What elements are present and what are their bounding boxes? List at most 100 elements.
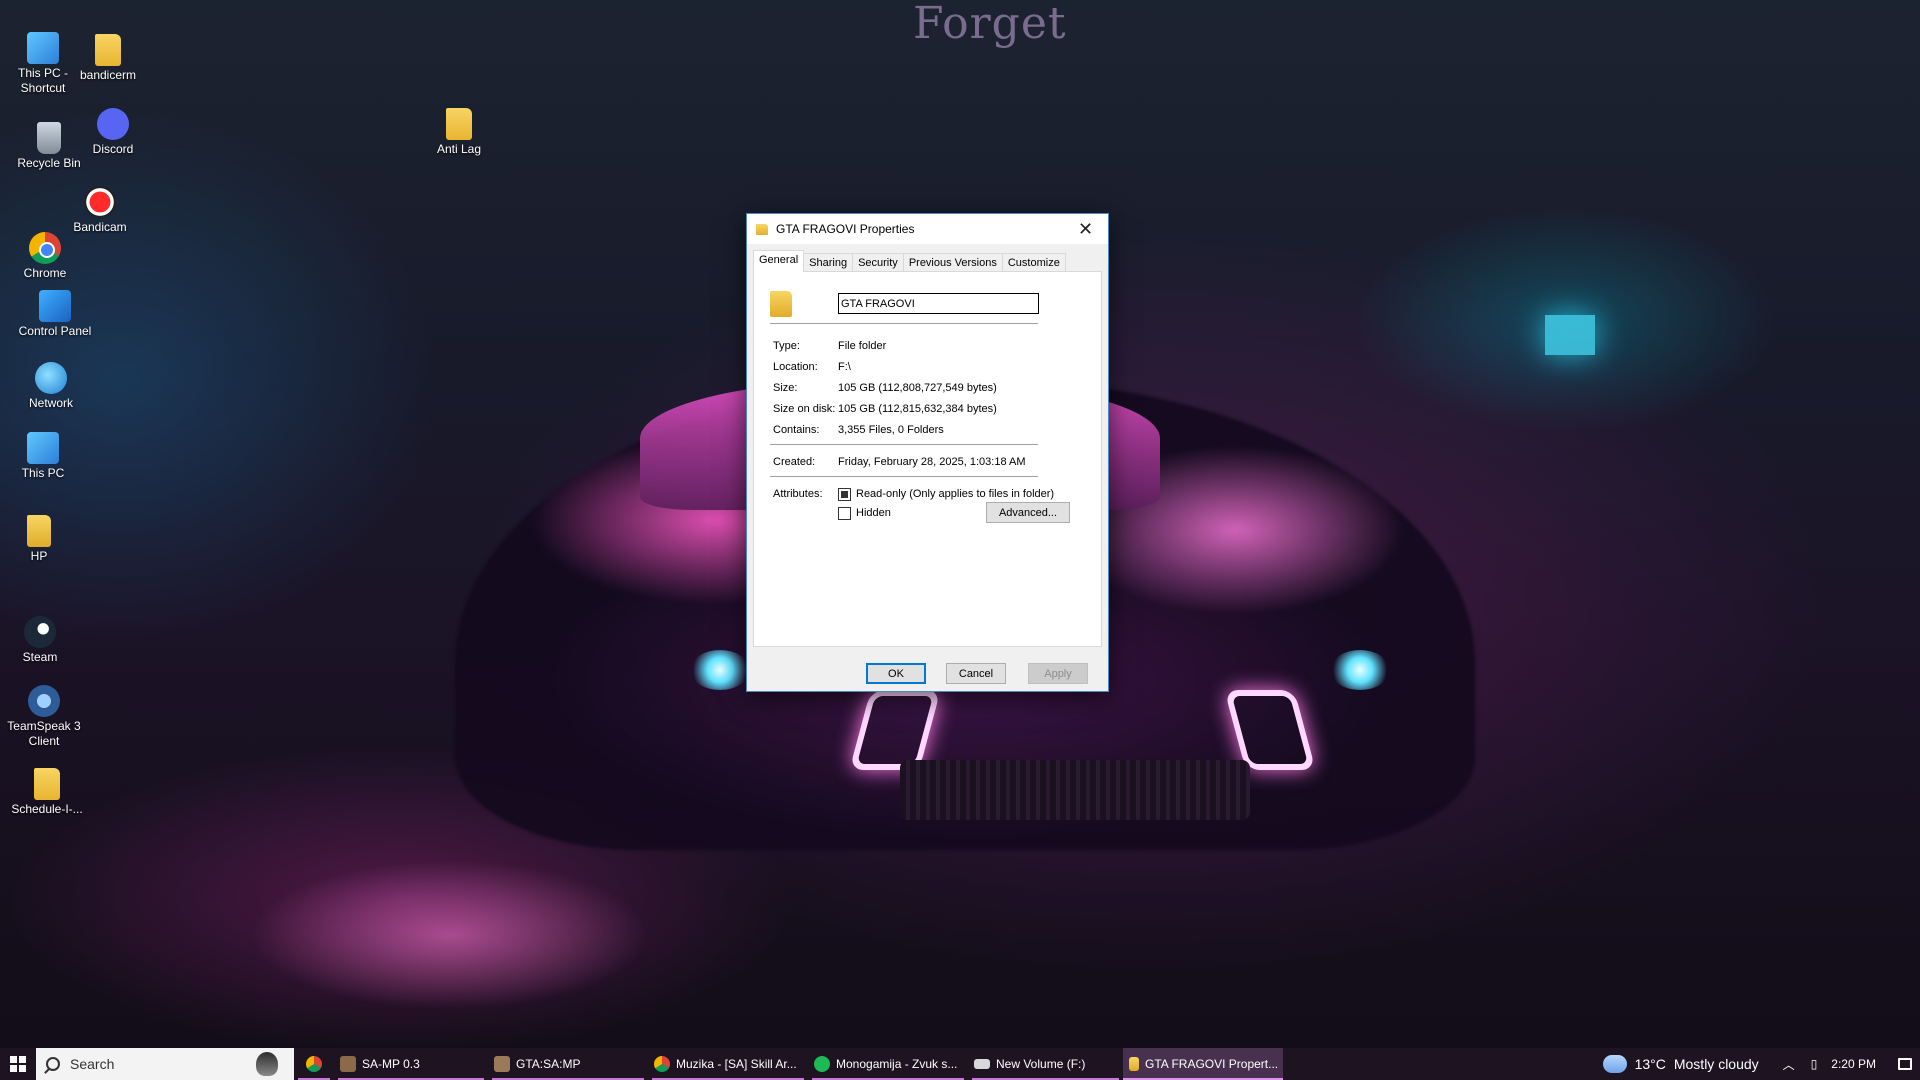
desktop-icon-label: TeamSpeak 3 Client: [7, 719, 81, 748]
ok-button[interactable]: OK: [866, 663, 926, 684]
folder-name-input[interactable]: [838, 293, 1039, 314]
attributes-label: Attributes:: [773, 488, 823, 500]
this-pc-shortcut-icon: [27, 32, 59, 64]
desktop-icon-this-pc[interactable]: This PC: [0, 432, 86, 481]
notification-center-button[interactable]: [1890, 1048, 1920, 1080]
taskbar-app-gta-samp[interactable]: GTA:SA:MP: [488, 1048, 648, 1080]
desktop-icon-anti-lag[interactable]: Anti Lag: [416, 108, 502, 157]
search-icon: [46, 1057, 60, 1071]
cloudy-weather-icon: [1598, 1049, 1627, 1073]
wallpaper-road-reflection: [250, 860, 650, 1010]
desktop-icon-label: This PC: [21, 466, 65, 480]
taskbar-app-chrome[interactable]: [294, 1048, 334, 1080]
properties-dialog: GTA FRAGOVI Properties ✕ General Sharing…: [746, 213, 1109, 692]
gta-icon: [494, 1056, 510, 1072]
network-icon: [35, 362, 67, 394]
tab-previous-versions[interactable]: Previous Versions: [902, 253, 1003, 272]
tab-security[interactable]: Security: [852, 253, 904, 272]
tab-general[interactable]: General: [753, 250, 805, 272]
taskbar-app-file-explorer[interactable]: New Volume (F:): [968, 1048, 1123, 1080]
created-label: Created:: [773, 456, 816, 468]
search-highlight-icon: [256, 1052, 278, 1076]
desktop-icon-control-panel[interactable]: Control Panel: [12, 290, 98, 339]
taskbar: Search SA-MP 0.3 GTA:SA:MP Muzika - [SA]…: [0, 1048, 1920, 1080]
size-on-disk-label: Size on disk:: [773, 403, 836, 415]
spotify-icon: [814, 1056, 830, 1072]
steam-icon: [24, 616, 56, 648]
taskbar-app-properties[interactable]: GTA FRAGOVI Propert...: [1123, 1048, 1283, 1080]
clock[interactable]: 2:20 PM: [1831, 1057, 1876, 1071]
folder-icon: [756, 223, 768, 235]
readonly-label: Read-only (Only applies to files in fold…: [856, 488, 1055, 500]
tab-customize[interactable]: Customize: [1001, 253, 1066, 272]
desktop-icon-chrome[interactable]: Chrome: [2, 232, 88, 281]
general-tab-panel: Type: File folder Location: F:\ Size: 10…: [753, 271, 1102, 647]
taskbar-app-label: GTA:SA:MP: [516, 1057, 581, 1071]
chevron-up-icon[interactable]: ︿: [1783, 1056, 1795, 1073]
wallpaper-car-grille: [900, 760, 1250, 820]
samp-icon: [340, 1056, 356, 1072]
desktop-icon-label: Recycle Bin: [17, 156, 81, 170]
taskbar-app-label: New Volume (F:): [996, 1057, 1086, 1071]
size-label: Size:: [773, 382, 798, 394]
dialog-title-bar[interactable]: GTA FRAGOVI Properties ✕: [747, 214, 1108, 244]
location-value: F:\: [838, 361, 851, 373]
desktop-icon-label: Schedule-I-...: [11, 802, 83, 816]
weather-temp: 13°C: [1634, 1056, 1666, 1072]
dialog-tabs: General Sharing Security Previous Versio…: [753, 250, 1066, 272]
desktop-icon-hp[interactable]: HP: [0, 515, 82, 564]
taskbar-app-samp[interactable]: SA-MP 0.3: [334, 1048, 488, 1080]
divider: [770, 476, 1038, 477]
wallpaper-headlight-left: [690, 650, 750, 690]
desktop-icon-teamspeak[interactable]: TeamSpeak 3 Client: [1, 685, 87, 749]
desktop-icon-label: Control Panel: [18, 324, 92, 338]
divider: [770, 323, 1038, 324]
apply-button: Apply: [1028, 663, 1088, 684]
desktop-icon-label: bandicerm: [79, 68, 137, 82]
desktop-icon-steam[interactable]: Steam: [0, 616, 83, 665]
device-icon[interactable]: ▯: [1811, 1057, 1818, 1071]
taskbar-app-spotify[interactable]: Monogamija - Zvuk s...: [808, 1048, 968, 1080]
desktop-icon-bandicerm[interactable]: bandicerm: [65, 34, 151, 83]
hidden-checkbox[interactable]: [838, 507, 851, 520]
taskbar-app-chrome-muzika[interactable]: Muzika - [SA] Skill Ar...: [648, 1048, 808, 1080]
taskbar-app-label: Muzika - [SA] Skill Ar...: [676, 1057, 797, 1071]
type-value: File folder: [838, 340, 887, 352]
desktop-icon-discord[interactable]: Discord: [70, 108, 156, 157]
desktop-icon-bandicam[interactable]: Bandicam: [57, 186, 143, 235]
start-button[interactable]: [0, 1048, 36, 1080]
taskbar-app-label: SA-MP 0.3: [362, 1057, 420, 1071]
taskbar-search-box[interactable]: Search: [36, 1048, 294, 1080]
contains-value: 3,355 Files, 0 Folders: [838, 424, 944, 436]
notification-icon: [1898, 1058, 1912, 1070]
divider: [770, 444, 1038, 445]
chrome-icon: [654, 1056, 670, 1072]
cancel-button[interactable]: Cancel: [946, 663, 1006, 684]
advanced-button[interactable]: Advanced...: [986, 502, 1070, 523]
size-on-disk-value: 105 GB (112,815,632,384 bytes): [838, 403, 997, 415]
tab-sharing[interactable]: Sharing: [803, 253, 854, 272]
desktop-icon-network[interactable]: Network: [8, 362, 94, 411]
close-icon[interactable]: ✕: [1063, 215, 1108, 244]
created-value: Friday, February 28, 2025, 1:03:18 AM: [838, 456, 1026, 468]
discord-icon: [97, 108, 129, 140]
folder-icon: [446, 108, 472, 140]
search-placeholder: Search: [70, 1056, 115, 1072]
wallpaper-headlight-right: [1330, 650, 1390, 690]
readonly-checkbox[interactable]: [838, 488, 851, 501]
wallpaper-neon-sign: [1545, 315, 1595, 355]
folder-icon: [1129, 1057, 1139, 1071]
desktop-icon-label: Discord: [92, 142, 134, 156]
desktop-icon-label: Network: [28, 396, 73, 410]
desktop-icon-schedule[interactable]: Schedule-I-...: [4, 768, 90, 817]
folder-icon: [95, 34, 121, 66]
windows-logo-icon: [10, 1056, 26, 1072]
file-explorer-icon: [974, 1059, 990, 1069]
type-label: Type:: [773, 340, 800, 352]
weather-widget[interactable]: 13°C Mostly cloudy: [1598, 1049, 1759, 1073]
contains-label: Contains:: [773, 424, 820, 436]
desktop-icon-label: This PC - Shortcut: [17, 66, 68, 95]
location-label: Location:: [773, 361, 818, 373]
taskbar-app-label: Monogamija - Zvuk s...: [836, 1057, 958, 1071]
folder-icon: [34, 768, 60, 800]
